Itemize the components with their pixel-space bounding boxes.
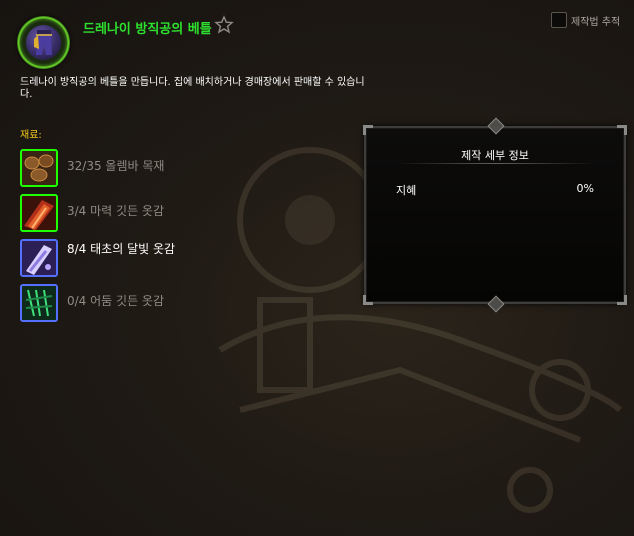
reagent-item[interactable]: 8/4 태초의 달빛 옷감 — [20, 239, 210, 279]
shadow-cloth-icon — [20, 284, 58, 322]
moonlight-cloth-icon — [20, 239, 58, 277]
panel-corner — [363, 125, 373, 135]
panel-corner — [617, 295, 627, 305]
stat-value: 0% — [576, 182, 594, 195]
details-title: 제작 세부 정보 — [461, 149, 529, 162]
details-divider — [396, 163, 596, 164]
wood-logs-icon — [20, 149, 58, 187]
panel-corner — [617, 125, 627, 135]
recipe-title: 드레나이 방직공의 베틀 — [83, 22, 212, 37]
crafting-details-panel: 제작 세부 정보 지혜 0% — [363, 117, 627, 313]
reagent-item[interactable]: 0/4 어둠 깃든 옷감 — [20, 284, 210, 324]
panel-corner — [363, 295, 373, 305]
reagent-item[interactable]: 3/4 마력 깃든 옷감 — [20, 194, 210, 234]
reagent-item[interactable]: 32/35 올렘바 목재 — [20, 149, 210, 189]
red-cloth-icon — [20, 194, 58, 232]
track-recipe-checkbox[interactable] — [551, 12, 567, 28]
recipe-description: 드레나이 방직공의 베틀을 만듭니다. 집에 배치하거나 경매장에서 판매할 수… — [20, 77, 365, 100]
recipe-icon-frame[interactable] — [17, 16, 70, 69]
reagent-label: 32/35 올렘바 목재 — [67, 159, 165, 173]
stat-name: 지혜 — [396, 184, 417, 197]
reagents-label: 재료: — [20, 130, 42, 141]
panel-ornament — [487, 295, 505, 313]
reagent-label: 3/4 마력 깃든 옷감 — [67, 204, 165, 218]
star-outline-icon[interactable] — [214, 15, 234, 35]
track-recipe-label: 제작법 추적 — [571, 17, 621, 28]
panel-ornament — [487, 117, 505, 135]
reagent-label: 8/4 태초의 달빛 옷감 — [67, 242, 176, 256]
reagent-label: 0/4 어둠 깃든 옷감 — [67, 294, 165, 308]
purple-pants-icon — [26, 25, 61, 60]
